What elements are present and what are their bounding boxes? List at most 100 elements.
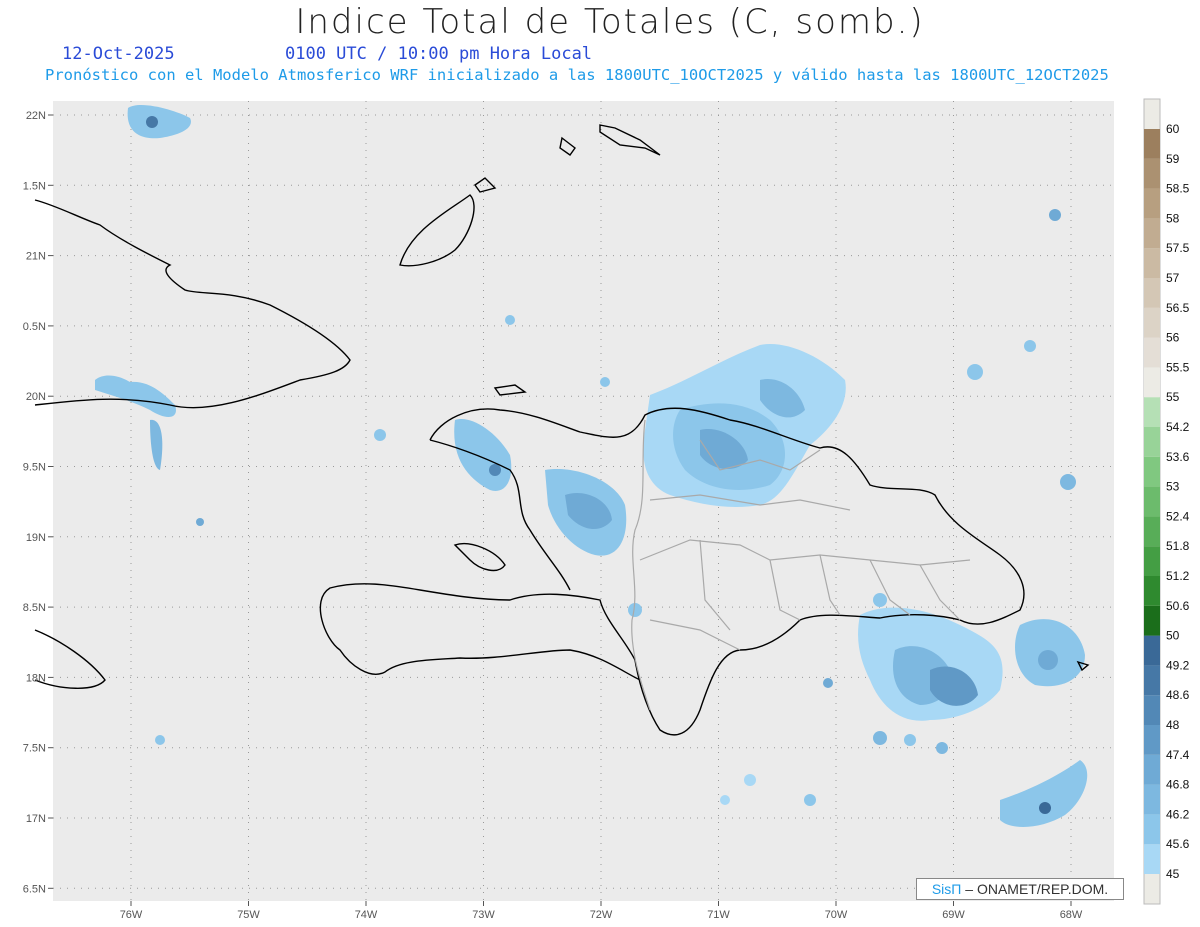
colorbar-swatch (1144, 546, 1160, 576)
colorbar-label: 56 (1166, 331, 1180, 345)
colorbar-swatch (1144, 129, 1160, 159)
shade-area (804, 794, 816, 806)
colorbar-swatch (1144, 158, 1160, 189)
shade-area (967, 364, 983, 380)
colorbar-swatch (1144, 725, 1160, 755)
colorbar-label: 49.2 (1166, 658, 1190, 672)
colorbar-label: 57.5 (1166, 241, 1190, 255)
colorbar-swatch (1144, 307, 1160, 338)
colorbar-swatch (1144, 695, 1160, 725)
lat-label: 17N (26, 813, 46, 825)
lon-label: 73W (472, 909, 495, 921)
colorbar-swatch (1144, 337, 1160, 368)
colorbar-swatch (1144, 754, 1160, 785)
shade-area (196, 518, 204, 526)
colorbar-swatch (1144, 516, 1160, 547)
lon-label: 71W (707, 909, 730, 921)
shade-area (1060, 474, 1076, 490)
lat-label: 18N (26, 672, 46, 684)
lat-label: 9.5N (23, 462, 46, 474)
colorbar-label: 54.2 (1166, 420, 1190, 434)
colorbar-label: 45 (1166, 867, 1180, 881)
shade-area (873, 731, 887, 745)
lat-label: 7.5N (23, 743, 46, 755)
lat-label: 22N (26, 110, 46, 122)
shade-area (505, 315, 515, 325)
lat-label: 1.5N (23, 180, 46, 192)
colorbar-label: 47.4 (1166, 748, 1190, 762)
longitude-labels: 76W 75W 74W 73W 72W 71W 70W 69W 68W (120, 901, 1083, 921)
colorbar-swatch (1144, 844, 1160, 874)
colorbar-label: 46.2 (1166, 807, 1190, 821)
shade-area (1024, 340, 1036, 352)
colorbar-label: 51.2 (1166, 569, 1190, 583)
colorbar-label: 48 (1166, 718, 1180, 732)
lon-label: 76W (120, 909, 143, 921)
colorbar-label: 58.5 (1166, 182, 1190, 196)
colorbar-label: 55.5 (1166, 360, 1190, 374)
lat-label: 20N (26, 391, 46, 403)
weather-map: 45 45.6 46.2 46.8 47.4 48 48.6 49.2 50 50.6 51.2 51… (23, 98, 1190, 921)
colorbar-swatch (1144, 486, 1160, 517)
lat-label: 6.5N (23, 883, 46, 895)
lon-label: 74W (355, 909, 378, 921)
sis-logo: SisΠ (931, 881, 962, 897)
colorbar-label: 57 (1166, 271, 1180, 285)
colorbar-label: 51.8 (1166, 539, 1190, 553)
lat-label: 21N (26, 251, 46, 263)
colorbar-swatch (1144, 278, 1160, 308)
colorbar-label: 52.4 (1166, 509, 1190, 523)
lon-label: 69W (942, 909, 965, 921)
lat-label: 8.5N (23, 602, 46, 614)
colorbar-label: 48.6 (1166, 688, 1190, 702)
colorbar-label: 50 (1166, 629, 1180, 643)
colorbar-swatch (1144, 784, 1160, 815)
lon-label: 68W (1060, 909, 1083, 921)
colorbar: 45 45.6 46.2 46.8 47.4 48 48.6 49.2 50 50.6 51.2 51… (1143, 98, 1190, 905)
lat-label: 19N (26, 532, 46, 544)
colorbar-label: 50.6 (1166, 599, 1190, 613)
colorbar-swatch (1144, 248, 1160, 278)
lon-label: 70W (825, 909, 848, 921)
colorbar-label: 53 (1166, 480, 1180, 494)
shade-core (489, 464, 501, 476)
shade-core (146, 116, 158, 128)
shade-area (873, 593, 887, 607)
lat-label: 0.5N (23, 321, 46, 333)
shade-area (374, 429, 386, 441)
shade-core (1038, 650, 1058, 670)
credit-text: – ONAMET/REP.DOM. (965, 881, 1109, 897)
shade-area (904, 734, 916, 746)
colorbar-label: 45.6 (1166, 837, 1190, 851)
colorbar-swatch (1144, 397, 1160, 427)
lon-label: 72W (590, 909, 613, 921)
colorbar-swatch (1144, 188, 1160, 219)
colorbar-label: 58 (1166, 211, 1180, 225)
shade-core (1039, 802, 1051, 814)
colorbar-swatch (1144, 635, 1160, 666)
shade-area (720, 795, 730, 805)
credit-box: SisΠ – ONAMET/REP.DOM. (916, 878, 1124, 900)
colorbar-swatch (1144, 665, 1160, 696)
shade-area (823, 678, 833, 688)
colorbar-swatch (1144, 427, 1160, 457)
colorbar-label: 55 (1166, 390, 1180, 404)
colorbar-swatch (1144, 814, 1160, 845)
colorbar-label: 53.6 (1166, 450, 1190, 464)
colorbar-swatch (1144, 456, 1160, 487)
shade-area (1049, 209, 1061, 221)
colorbar-swatch (1144, 576, 1160, 606)
shade-area (155, 735, 165, 745)
colorbar-label: 59 (1166, 152, 1180, 166)
colorbar-label: 56.5 (1166, 301, 1190, 315)
shade-area (936, 742, 948, 754)
shade-area (600, 377, 610, 387)
latitude-labels: 22N 1.5N 21N 0.5N 20N 9.5N 19N 8.5N 18N 7.5N 17N 6.… (23, 110, 53, 895)
shade-area (744, 774, 756, 786)
colorbar-label: 60 (1166, 122, 1180, 136)
colorbar-swatch (1144, 218, 1160, 249)
lon-label: 75W (237, 909, 260, 921)
colorbar-label: 46.8 (1166, 778, 1190, 792)
colorbar-swatch (1144, 605, 1160, 636)
colorbar-swatch (1144, 367, 1160, 398)
